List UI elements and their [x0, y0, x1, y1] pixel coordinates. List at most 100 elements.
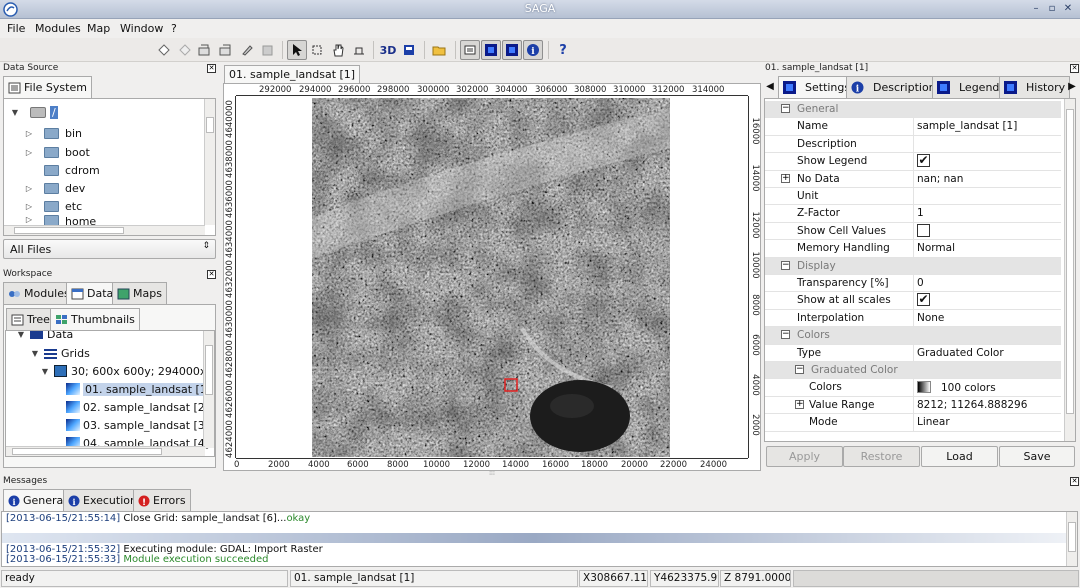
tab-settings[interactable]: Settings	[778, 76, 856, 98]
tab-errors[interactable]: ! Errors	[133, 489, 191, 511]
property-grid-vscroll[interactable]	[1064, 99, 1075, 441]
tree-item-dev[interactable]: ▷ dev	[24, 179, 85, 197]
close-data-source-icon[interactable]: ✕	[207, 64, 216, 73]
tab-description[interactable]: i Description	[846, 76, 941, 98]
property-value-cell[interactable]: None	[917, 312, 944, 324]
toggle-info-icon[interactable]: i	[523, 40, 543, 60]
tab-map[interactable]: 01. sample_landsat [1]	[224, 65, 361, 83]
property-row[interactable]: Show at all scales ✔	[765, 292, 1061, 310]
property-value-cell[interactable]: sample_landsat [1]	[917, 120, 1017, 132]
property-row[interactable]: Mode Linear	[765, 414, 1061, 432]
property-value-cell[interactable]: Graduated Color	[917, 347, 1004, 359]
collapse-icon[interactable]: −	[781, 330, 790, 340]
property-row[interactable]: + Value Range 8212; 11264.888296	[765, 396, 1061, 415]
close-workspace-icon[interactable]: ✕	[207, 270, 216, 279]
tab-data[interactable]: Data	[66, 282, 119, 304]
minimize-icon[interactable]: –	[1030, 3, 1042, 15]
property-value-cell[interactable]: nan; nan	[917, 173, 963, 185]
measure-distance-icon[interactable]	[349, 40, 369, 60]
zoom-icon[interactable]	[307, 40, 327, 60]
3d-view-icon[interactable]: 3D	[378, 40, 398, 60]
restore-window-icon[interactable]: ▫	[1046, 3, 1058, 15]
file-filter-select[interactable]: All Files ⇕	[3, 239, 216, 259]
data-tree-vscroll[interactable]	[203, 331, 214, 448]
toggle-workspace-icon[interactable]	[481, 40, 501, 60]
property-value-cell[interactable]: 0	[917, 277, 924, 289]
tree-node-grid-system[interactable]: ▼30; 600x 600y; 294000x 46220	[40, 362, 214, 380]
tab-scroll-right-icon[interactable]: ▶	[1066, 77, 1078, 97]
tab-tree[interactable]: Tree	[6, 308, 55, 330]
property-category[interactable]: − Display	[765, 257, 1061, 275]
property-row[interactable]: Name sample_landsat [1]	[765, 118, 1061, 136]
property-value-cell[interactable]: 100 colors	[917, 381, 996, 394]
load-button[interactable]: Load	[921, 446, 998, 467]
property-row[interactable]: Transparency [%] 0	[765, 275, 1061, 293]
toggle-data-source-icon[interactable]	[460, 40, 480, 60]
collapse-icon[interactable]: −	[781, 260, 790, 270]
tree-item-grid-2[interactable]: 02. sample_landsat [2]	[66, 398, 209, 416]
delete-data-icon[interactable]	[257, 40, 277, 60]
tree-item-bin[interactable]: ▷ bin	[24, 124, 82, 142]
open-folder-icon[interactable]	[429, 40, 449, 60]
tree-item-home[interactable]: ▷ home	[24, 215, 96, 225]
load-data-icon[interactable]	[194, 40, 214, 60]
property-row[interactable]: Show Legend ✔	[765, 153, 1061, 171]
menu-map[interactable]: Map	[87, 22, 110, 35]
apply-button[interactable]: Apply	[766, 446, 843, 467]
tree-item-boot[interactable]: ▷ boot	[24, 143, 90, 161]
menu-help[interactable]: ?	[171, 22, 177, 35]
menu-window[interactable]: Window	[120, 22, 163, 35]
select-pointer-icon[interactable]	[287, 40, 307, 60]
property-row[interactable]: Z-Factor 1	[765, 205, 1061, 223]
pan-hand-icon[interactable]	[328, 40, 348, 60]
property-category[interactable]: − General	[765, 101, 1061, 119]
property-checkbox[interactable]: ✔	[917, 154, 930, 168]
tree-item-grid-1[interactable]: 01. sample_landsat [1]	[66, 380, 214, 398]
message-log[interactable]: [2013-06-15/21:55:14] Close Grid: sample…	[1, 511, 1078, 567]
restore-button[interactable]: Restore	[843, 446, 920, 467]
map-view[interactable]: 292000 294000 296000 298000 300000 30200…	[223, 83, 761, 471]
tree-item-grid-3[interactable]: 03. sample_landsat [3]	[66, 416, 209, 434]
close-properties-icon[interactable]: ✕	[1070, 64, 1079, 73]
property-row[interactable]: Type Graduated Color	[765, 344, 1061, 362]
close-window-icon[interactable]: ✕	[1062, 3, 1074, 15]
tab-thumbnails[interactable]: Thumbnails	[50, 308, 140, 330]
property-checkbox[interactable]: ✔	[917, 293, 930, 307]
tree-item-cdrom[interactable]: cdrom	[24, 161, 100, 179]
file-tree-vscroll[interactable]	[204, 99, 215, 225]
tree-root[interactable]: ▼ /	[10, 103, 58, 121]
property-row[interactable]: Interpolation None	[765, 309, 1061, 328]
layout-icon[interactable]	[399, 40, 419, 60]
property-row[interactable]: Memory Handling Normal	[765, 240, 1061, 258]
tab-modules[interactable]: Modules	[3, 282, 75, 304]
tab-execution[interactable]: i Execution	[63, 489, 142, 511]
tab-maps[interactable]: Maps	[112, 282, 167, 304]
property-value-cell[interactable]: Normal	[917, 242, 955, 254]
edit-data-icon[interactable]	[237, 40, 257, 60]
run-module-icon[interactable]	[154, 40, 174, 60]
tree-node-data[interactable]: ▼ Data	[16, 331, 73, 343]
menu-modules[interactable]: Modules	[35, 22, 81, 35]
close-messages-icon[interactable]: ✕	[1070, 477, 1079, 486]
tab-general[interactable]: i General	[3, 489, 72, 511]
property-row[interactable]: Unit	[765, 188, 1061, 206]
property-row[interactable]: Colors 100 colors	[765, 379, 1061, 397]
menu-file[interactable]: File	[7, 22, 25, 35]
message-log-vscroll[interactable]	[1066, 512, 1077, 566]
property-row[interactable]: Description	[765, 135, 1061, 154]
module-settings-icon[interactable]	[175, 40, 195, 60]
tree-item-etc[interactable]: ▷ etc	[24, 197, 82, 215]
landsat-raster-image[interactable]	[312, 98, 670, 457]
tree-node-grids[interactable]: ▼ Grids	[30, 344, 90, 362]
property-value-cell[interactable]: 8212; 11264.888296	[917, 399, 1027, 411]
help-icon[interactable]: ?	[553, 40, 573, 60]
expand-icon[interactable]: +	[781, 173, 790, 183]
tab-history[interactable]: History	[999, 76, 1071, 98]
property-row[interactable]: + No Data nan; nan	[765, 170, 1061, 188]
tab-scroll-left-icon[interactable]: ◀	[764, 77, 776, 97]
tab-file-system[interactable]: File System	[3, 76, 92, 98]
property-category[interactable]: − Graduated Color	[765, 362, 1061, 380]
save-data-icon[interactable]	[215, 40, 235, 60]
collapse-icon[interactable]: −	[795, 365, 804, 374]
property-row[interactable]: Show Cell Values	[765, 222, 1061, 241]
